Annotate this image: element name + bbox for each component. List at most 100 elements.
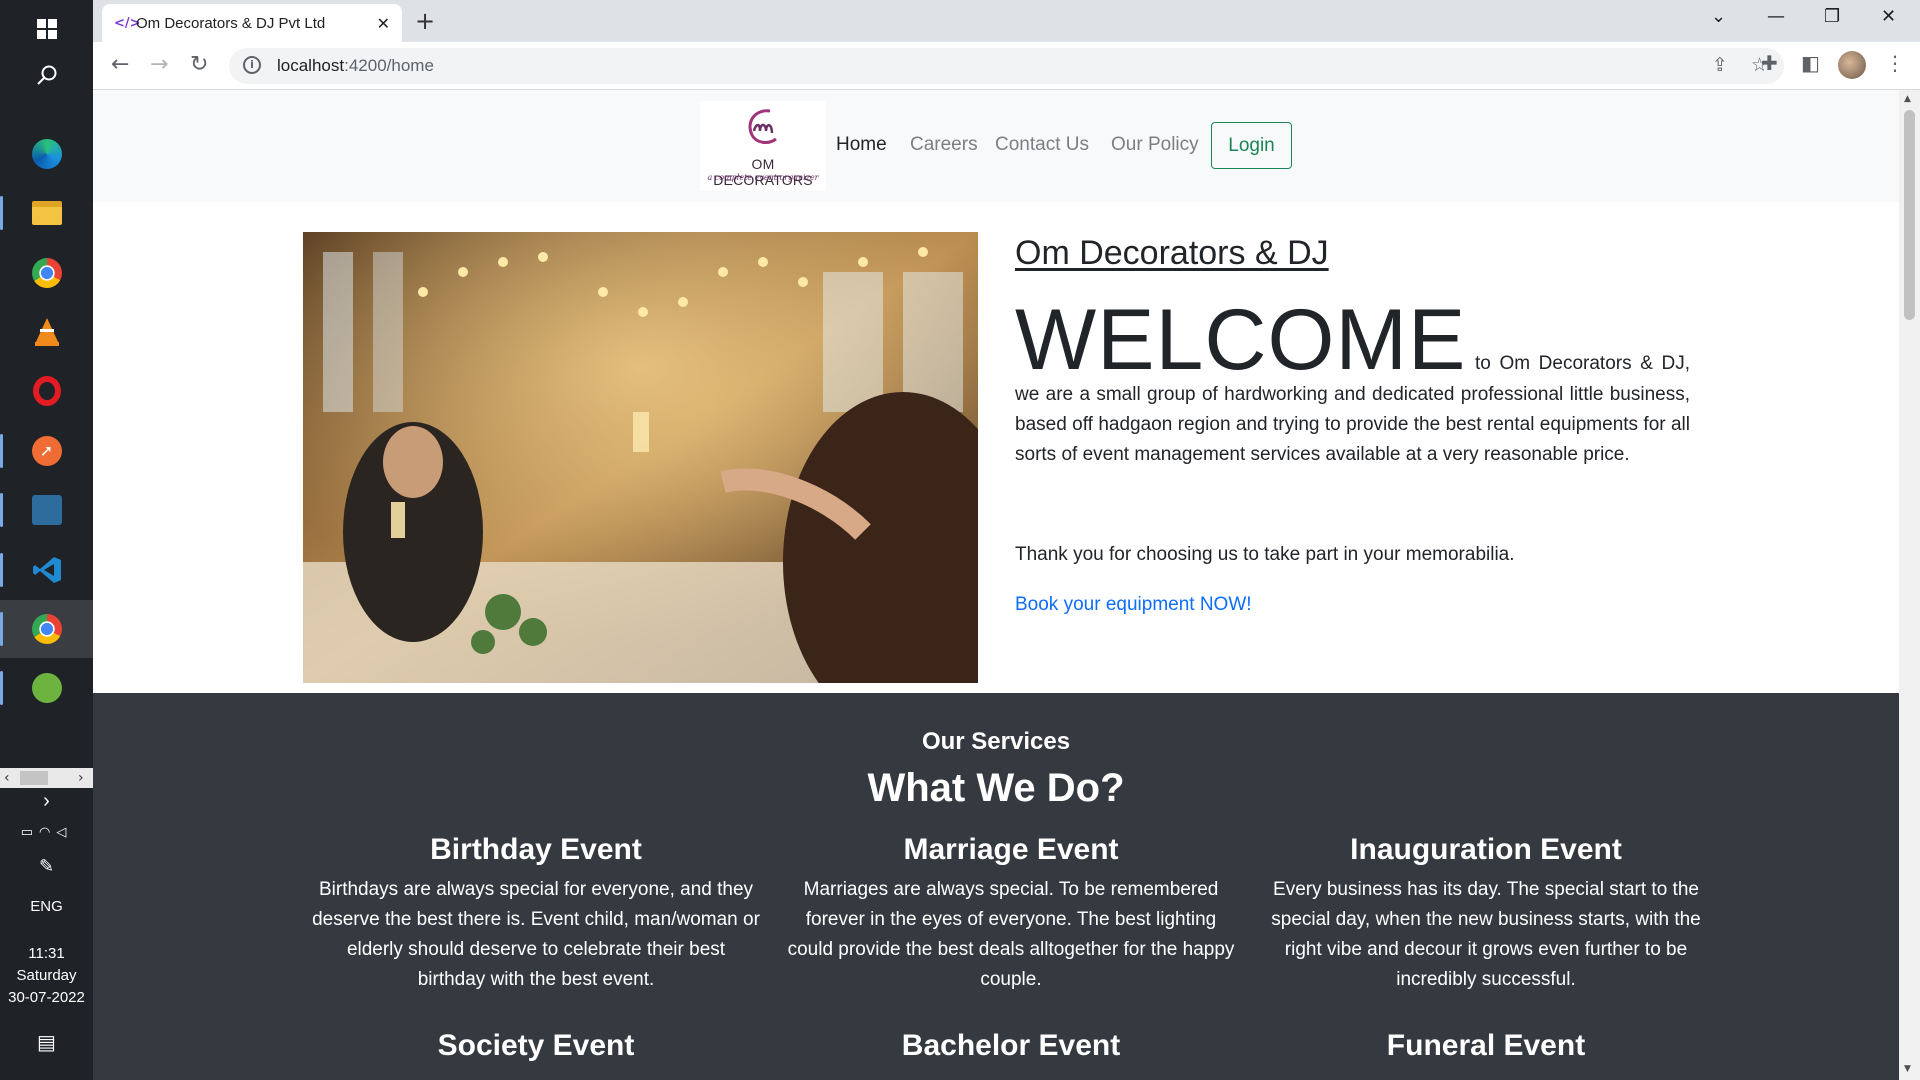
postman-icon: ➚ <box>31 436 62 466</box>
profile-avatar[interactable] <box>1838 51 1866 79</box>
side-panel-icon[interactable]: ◧ <box>1801 51 1820 75</box>
nav-our-policy[interactable]: Our Policy <box>1111 134 1199 156</box>
share-icon[interactable]: ⇪ <box>1712 54 1728 76</box>
search-icon <box>36 65 56 85</box>
taskbar-scrollbar[interactable]: ‹ › <box>0 768 93 788</box>
site-navbar: OM DECORATORS a complete event organizer… <box>93 90 1899 202</box>
service-card-funeral: Funeral Event <box>1261 1029 1711 1071</box>
tab-close-icon[interactable]: ✕ <box>377 14 390 33</box>
hero-celebration-image <box>303 232 978 683</box>
vlc-icon <box>34 318 59 346</box>
om-logo-mark-icon <box>748 109 777 144</box>
back-icon[interactable]: ← <box>111 52 129 77</box>
notifications-icon[interactable]: ▤ <box>0 1030 93 1055</box>
service-title: Marriage Event <box>903 833 1119 866</box>
service-text: Marriages are always special. To be reme… <box>787 879 1235 990</box>
clock-date[interactable]: 30-07-2022 <box>0 989 93 1006</box>
taskbar-vscode[interactable] <box>0 541 93 599</box>
scroll-right-icon[interactable]: › <box>78 768 84 788</box>
new-tab-icon[interactable]: + <box>415 8 435 34</box>
taskbar-postman[interactable]: ➚ <box>0 422 93 480</box>
url-host: localhost <box>277 56 345 75</box>
taskbar-opera[interactable] <box>0 362 93 420</box>
address-url[interactable]: localhost:4200/home <box>277 56 434 76</box>
opera-icon <box>32 376 61 406</box>
logo-brand-text: OM DECORATORS <box>713 156 813 188</box>
service-card-birthday: Birthday Event Birthdays are always spec… <box>311 833 761 995</box>
clock-day[interactable]: Saturday <box>0 967 93 984</box>
service-title: Inauguration Event <box>1350 833 1622 866</box>
taskbar-vlc[interactable] <box>0 303 93 361</box>
address-bar[interactable]: i localhost:4200/home ⇪ ☆ <box>229 48 1784 84</box>
hero-title: Om Decorators & DJ <box>1015 234 1329 272</box>
services-heading: What We Do? <box>867 766 1125 810</box>
browser-tab[interactable]: </> Om Decorators & DJ Pvt Ltd ✕ <box>102 4 402 42</box>
taskbar-spring-tool[interactable] <box>0 659 93 717</box>
mysql-workbench-icon <box>31 495 62 525</box>
hero-photo <box>303 232 978 683</box>
page-scroll-thumb[interactable] <box>1904 110 1915 320</box>
taskbar: ➚ ‹ › › ▭◠◁ ✎ ENG 11:31 Saturday 30-07-2… <box>0 0 93 1080</box>
service-text: Birthdays are always special for everyon… <box>312 879 760 990</box>
site-logo[interactable]: OM DECORATORS a complete event organizer <box>700 101 826 191</box>
windows-start-icon <box>36 19 57 39</box>
taskbar-file-explorer[interactable] <box>0 184 93 242</box>
forward-icon[interactable]: → <box>150 52 168 77</box>
page-viewport: OM DECORATORS a complete event organizer… <box>93 90 1899 1080</box>
clock-time[interactable]: 11:31 <box>0 945 93 962</box>
hero-intro-paragraph: WELCOME to Om Decorators & DJ, we are a … <box>1015 297 1690 470</box>
scroll-left-icon[interactable]: ‹ <box>4 768 10 788</box>
logo-tagline: a complete event organizer <box>707 173 819 182</box>
service-title: Birthday Event <box>430 833 642 866</box>
tray-status-icons[interactable]: ▭◠◁ <box>0 824 93 840</box>
taskbar-search-button[interactable] <box>0 46 93 104</box>
scroll-up-icon[interactable]: ▲ <box>1904 94 1911 104</box>
services-section: Our Services What We Do? Birthday Event … <box>93 693 1899 1080</box>
scroll-down-icon[interactable]: ▼ <box>1904 1064 1911 1074</box>
close-window-icon[interactable]: ✕ <box>1881 6 1896 27</box>
services-kicker: Our Services <box>921 728 1071 755</box>
nav-home[interactable]: Home <box>836 134 887 156</box>
welcome-heading: WELCOME <box>1015 292 1467 388</box>
chrome-icon <box>31 258 62 288</box>
service-title: Bachelor Event <box>901 1029 1121 1062</box>
login-button[interactable]: Login <box>1211 122 1292 169</box>
tab-search-icon[interactable]: ⌄ <box>1711 6 1726 27</box>
tab-title: Om Decorators & DJ Pvt Ltd <box>136 14 326 32</box>
file-explorer-icon <box>31 201 62 225</box>
angular-favicon-icon: </> <box>114 15 141 31</box>
restore-icon[interactable]: ❐ <box>1824 6 1840 27</box>
url-path: :4200/home <box>344 56 434 75</box>
page-scrollbar[interactable]: ▲ ▼ <box>1899 90 1920 1080</box>
language-indicator[interactable]: ENG <box>0 898 93 915</box>
service-card-bachelor: Bachelor Event <box>786 1029 1236 1071</box>
nav-contact-us[interactable]: Contact Us <box>995 134 1089 156</box>
site-info-icon[interactable]: i <box>243 56 261 74</box>
spring-tool-icon <box>31 673 62 703</box>
nav-careers[interactable]: Careers <box>910 134 978 156</box>
book-equipment-link[interactable]: Book your equipment NOW! <box>1015 594 1252 616</box>
tray-expand-icon[interactable]: › <box>0 790 93 813</box>
taskbar-scroll-thumb[interactable] <box>20 771 48 785</box>
taskbar-chrome[interactable] <box>0 244 93 302</box>
taskbar-chrome-profile[interactable] <box>0 600 93 658</box>
chrome-profile-icon <box>31 614 62 644</box>
service-card-society: Society Event <box>311 1029 761 1071</box>
browser-tab-strip: </> Om Decorators & DJ Pvt Ltd ✕ + ⌄ — ❐… <box>93 0 1920 42</box>
extensions-icon[interactable]: ✚ <box>1761 51 1778 75</box>
service-title: Funeral Event <box>1386 1029 1586 1062</box>
service-card-inauguration: Inauguration Event Every business has it… <box>1261 833 1711 995</box>
service-card-marriage: Marriage Event Marriages are always spec… <box>786 833 1236 995</box>
taskbar-mysql-workbench[interactable] <box>0 481 93 539</box>
pen-icon[interactable]: ✎ <box>0 856 93 877</box>
browser-toolbar: ← → ↻ i localhost:4200/home ⇪ ☆ ✚ ◧ ⋮ <box>93 42 1920 90</box>
taskbar-edge[interactable] <box>0 125 93 183</box>
reload-icon[interactable]: ↻ <box>190 52 208 77</box>
service-text: Every business has its day. The special … <box>1271 879 1701 990</box>
minimize-icon[interactable]: — <box>1767 6 1785 27</box>
edge-icon <box>31 139 62 169</box>
service-title: Society Event <box>437 1029 635 1062</box>
menu-kebab-icon[interactable]: ⋮ <box>1885 51 1905 75</box>
vscode-icon <box>32 557 61 583</box>
hero-thanks-text: Thank you for choosing us to take part i… <box>1015 544 1515 565</box>
